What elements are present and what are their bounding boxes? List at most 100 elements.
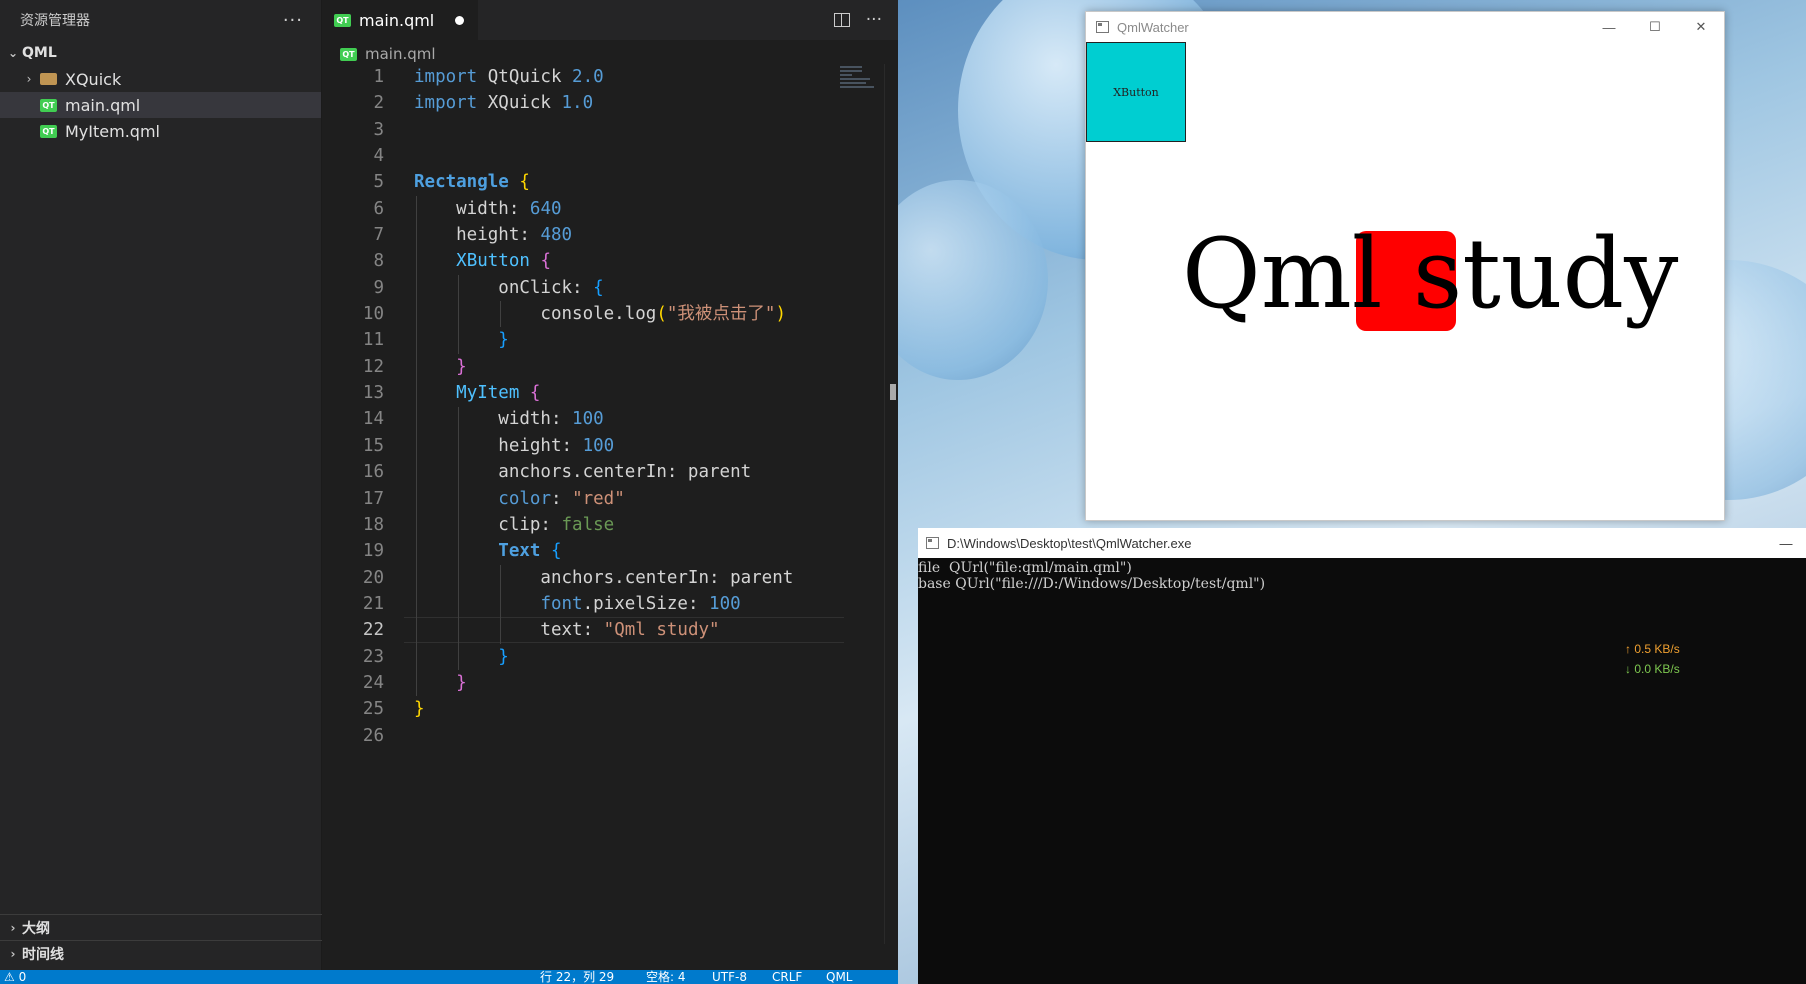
outline-section[interactable]: › 大纲: [0, 914, 322, 940]
qt-file-icon: QT: [334, 14, 351, 27]
line-number: 19: [362, 541, 384, 562]
minimize-icon[interactable]: —: [1766, 528, 1806, 558]
code-text: Rectangle {: [414, 172, 530, 193]
line-col-indicator[interactable]: 行 22，列 29: [540, 970, 614, 984]
line-number: 14: [362, 409, 384, 430]
code-line[interactable]: 21 font.pixelSize: 100: [322, 591, 898, 617]
scroll-thumb[interactable]: [890, 384, 896, 400]
explorer-more-button[interactable]: ···: [283, 10, 303, 31]
minimize-icon[interactable]: —: [1586, 12, 1632, 42]
code-line[interactable]: 26: [322, 723, 898, 749]
code-text: }: [498, 330, 509, 351]
code-line[interactable]: 19 Text {: [322, 538, 898, 564]
close-icon[interactable]: ✕: [1678, 12, 1724, 42]
language-indicator[interactable]: QML: [826, 970, 852, 984]
code-line[interactable]: 13 MyItem {: [322, 380, 898, 406]
code-line[interactable]: 8 XButton {: [322, 248, 898, 274]
line-number: 23: [362, 646, 384, 667]
line-number: 17: [362, 488, 384, 509]
qml-window-titlebar[interactable]: QmlWatcher — ☐ ✕: [1086, 12, 1724, 42]
code-line[interactable]: 4: [322, 143, 898, 169]
code-line[interactable]: 12 }: [322, 354, 898, 380]
line-number: 26: [362, 725, 384, 746]
code-line[interactable]: 9 onClick: {: [322, 275, 898, 301]
console-titlebar[interactable]: D:\Windows\Desktop\test\QmlWatcher.exe —: [918, 528, 1806, 558]
tree-item-main-qml[interactable]: QT main.qml: [0, 92, 321, 118]
console-line: file QUrl("file:qml/main.qml"): [918, 560, 1132, 576]
code-line[interactable]: 6 width: 640: [322, 196, 898, 222]
eol-indicator[interactable]: CRLF: [772, 970, 802, 984]
code-text: text: "Qml study": [414, 620, 720, 641]
line-number: 2: [373, 93, 384, 114]
qml-study-text: Qml study: [1182, 218, 1679, 330]
unsaved-dot-icon[interactable]: [455, 16, 464, 25]
line-number: 9: [373, 277, 384, 298]
code-line[interactable]: 24 }: [322, 670, 898, 696]
code-text: width: 100: [414, 409, 604, 430]
line-number: 7: [373, 225, 384, 246]
line-number: 11: [362, 330, 384, 351]
code-text: }: [498, 646, 509, 667]
line-number: 6: [373, 198, 384, 219]
console-window-icon: [926, 537, 939, 549]
workspace-root[interactable]: ⌄ QML: [0, 40, 321, 66]
code-line[interactable]: 7 height: 480: [322, 222, 898, 248]
tab-bar: QT main.qml ···: [322, 0, 898, 40]
line-number: 16: [362, 462, 384, 483]
qt-file-icon: QT: [40, 98, 57, 112]
indent-guide: [458, 274, 460, 354]
code-line[interactable]: 25}: [322, 696, 898, 722]
code-line[interactable]: 18 clip: false: [322, 512, 898, 538]
chevron-down-icon: ⌄: [7, 46, 19, 60]
line-number: 8: [373, 251, 384, 272]
encoding-indicator[interactable]: UTF-8: [712, 970, 747, 984]
code-line[interactable]: 5 Rectangle {: [322, 169, 898, 195]
code-line[interactable]: 17 color: "red": [322, 486, 898, 512]
xbutton[interactable]: XButton: [1086, 42, 1186, 142]
code-text: XButton {: [456, 251, 552, 272]
folder-icon: [40, 73, 57, 85]
split-editor-icon[interactable]: [833, 13, 850, 27]
code-text: anchors.centerIn: parent: [414, 462, 752, 483]
line-number: 10: [362, 304, 384, 325]
code-text: anchors.centerIn: parent: [414, 567, 794, 588]
code-line[interactable]: 20 anchors.centerIn: parent: [322, 565, 898, 591]
code-line[interactable]: 23 }: [322, 644, 898, 670]
code-line[interactable]: 22 text: "Qml study": [322, 617, 898, 644]
qt-file-icon: QT: [340, 47, 357, 61]
maximize-icon[interactable]: ☐: [1632, 12, 1678, 42]
code-line[interactable]: 11 }: [322, 327, 898, 353]
indent-indicator[interactable]: 空格: 4: [646, 970, 686, 984]
qml-watcher-window: QmlWatcher — ☐ ✕ XButton Qml study: [1085, 11, 1725, 521]
code-line[interactable]: 3: [322, 117, 898, 143]
network-download-rate: ↓ 0.0 KB/s: [1625, 662, 1680, 676]
code-line[interactable]: 2 import XQuick 1.0: [322, 90, 898, 116]
code-text: console.log("我被点击了"): [414, 304, 786, 325]
indent-guide: [416, 195, 417, 697]
timeline-section[interactable]: › 时间线: [0, 940, 322, 966]
code-line[interactable]: 1 import QtQuick 2.0: [322, 64, 898, 90]
outline-label: 大纲: [22, 920, 50, 937]
code-text: Text {: [498, 541, 562, 562]
problems-indicator[interactable]: ⚠ 0: [4, 970, 26, 984]
chevron-right-icon: ›: [10, 946, 16, 961]
line-number: 15: [362, 435, 384, 456]
vscode-window: 资源管理器 ··· ⌄ QML › XQuick QT main.qml QT …: [0, 0, 898, 984]
tab-main-qml[interactable]: QT main.qml: [322, 0, 478, 40]
line-number: 13: [362, 383, 384, 404]
tree-item-label: main.qml: [65, 95, 141, 115]
line-number: 20: [362, 567, 384, 588]
code-line[interactable]: 16 anchors.centerIn: parent: [322, 459, 898, 485]
minimap[interactable]: [840, 66, 880, 126]
console-window: D:\Windows\Desktop\test\QmlWatcher.exe —…: [918, 528, 1806, 984]
console-output[interactable]: file QUrl("file:qml/main.qml") base QUrl…: [918, 558, 1806, 592]
tree-item-myitem-qml[interactable]: QT MyItem.qml: [0, 118, 321, 144]
tree-item-xquick[interactable]: › XQuick: [0, 66, 321, 92]
tree-item-label: MyItem.qml: [65, 121, 160, 141]
code-line[interactable]: 10 console.log("我被点击了"): [322, 301, 898, 327]
code-line[interactable]: 14 width: 100: [322, 406, 898, 432]
editor-more-button[interactable]: ···: [866, 10, 882, 30]
code-line[interactable]: 15 height: 100: [322, 433, 898, 459]
editor-scrollbar[interactable]: [884, 64, 898, 944]
code-area[interactable]: 1 import QtQuick 2.0 2 import XQuick 1.0 3 4 5…: [322, 64, 898, 944]
